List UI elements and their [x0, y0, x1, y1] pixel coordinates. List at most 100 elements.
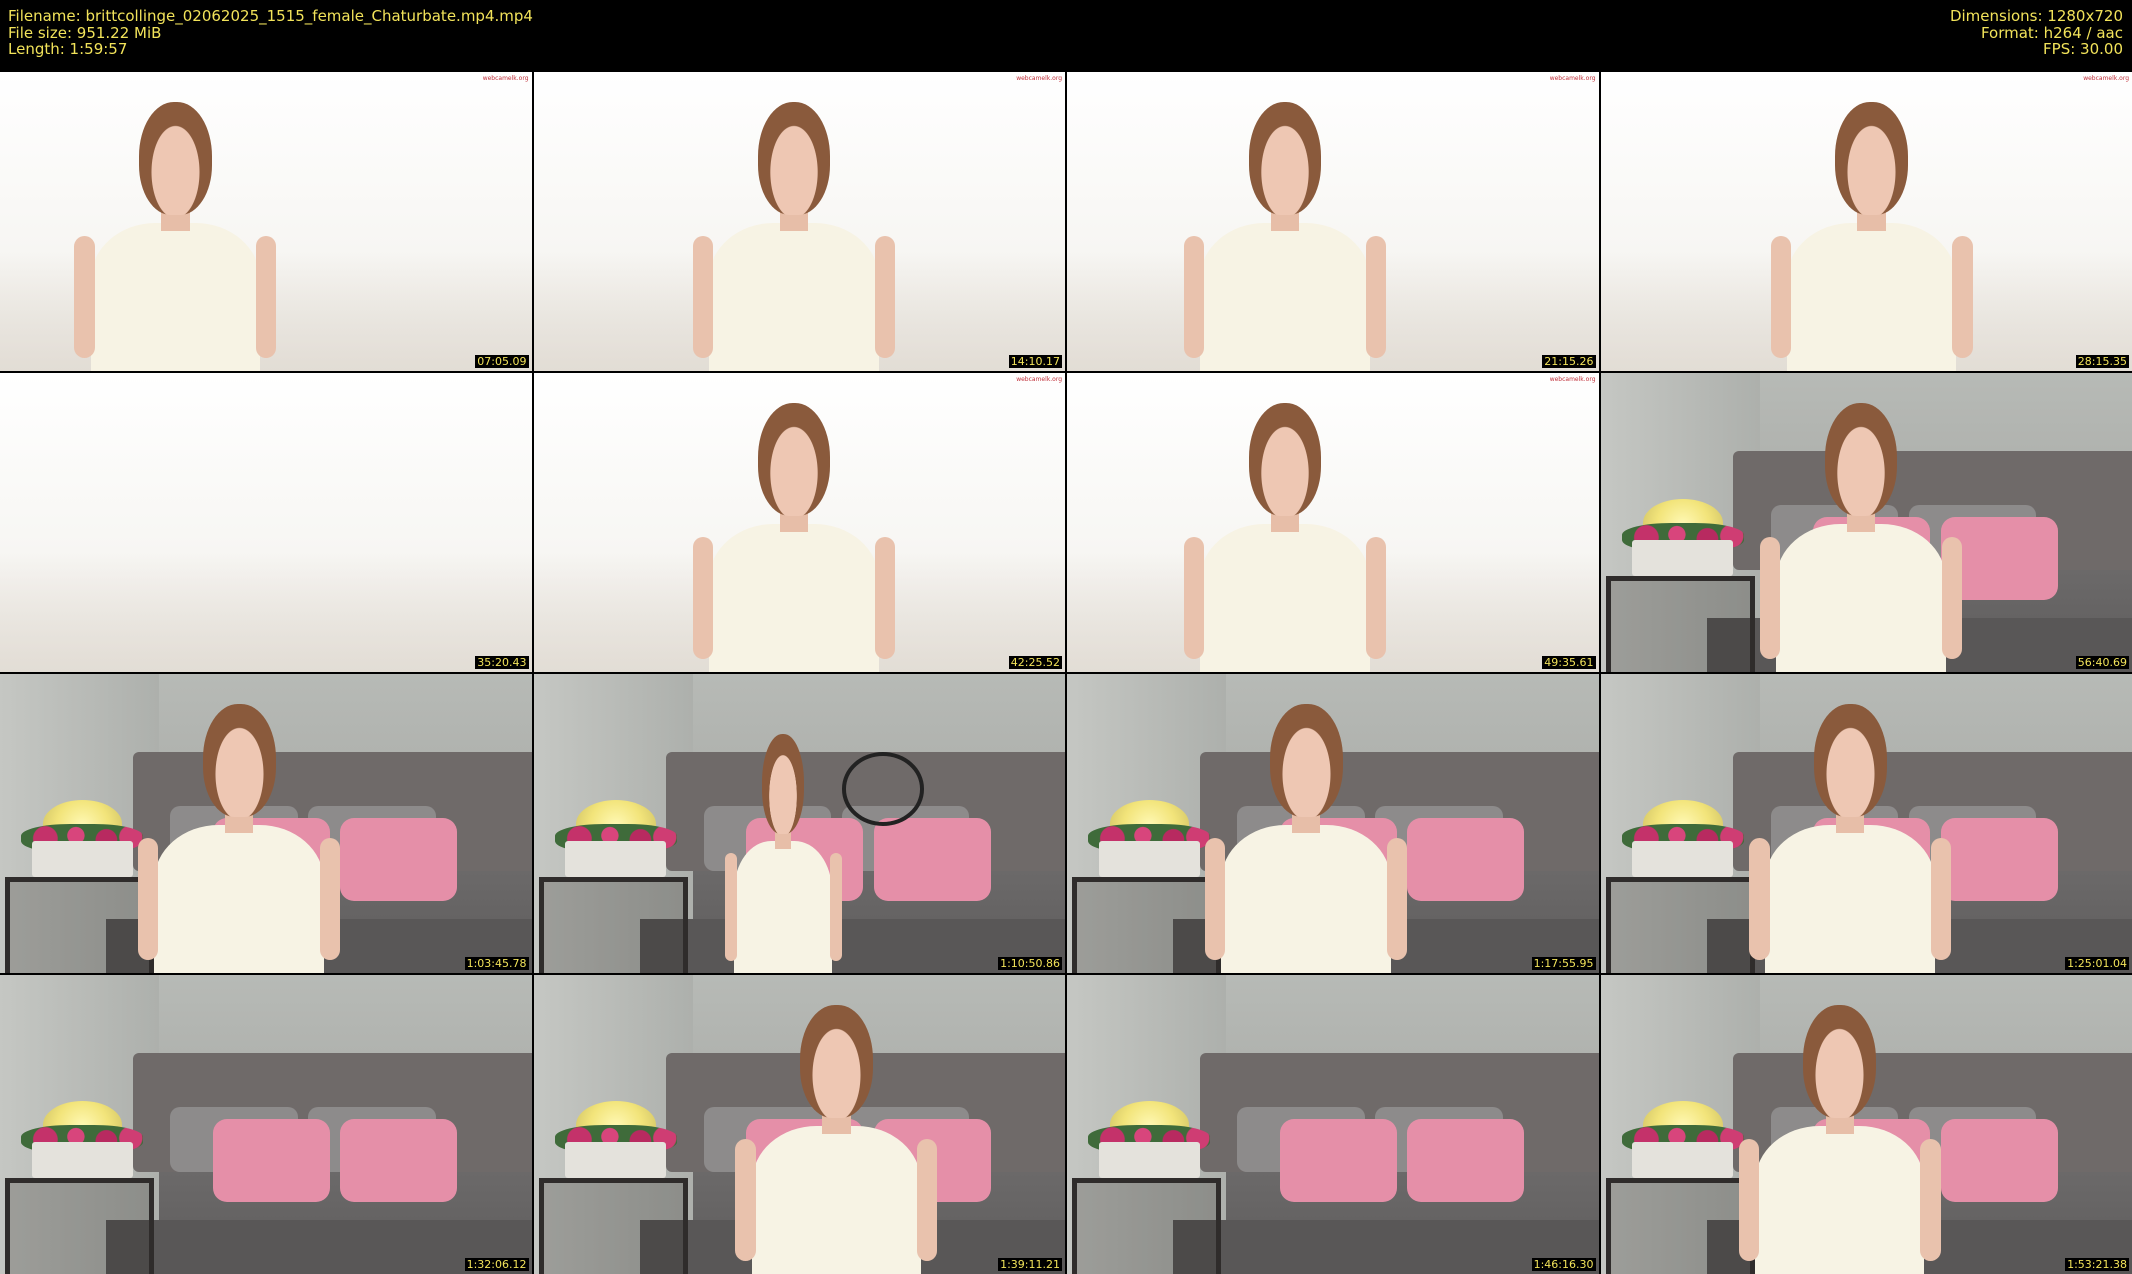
timestamp-label: 56:40.69 — [2075, 656, 2129, 669]
person-figure — [1183, 101, 1386, 371]
right-arm — [1941, 537, 1962, 659]
watermark: webcamelk.org — [2083, 75, 2129, 82]
side-table — [5, 877, 155, 973]
torso — [1754, 1125, 1925, 1274]
head — [1269, 703, 1343, 817]
thumbnail[interactable]: 1:46:16.30 — [1067, 975, 1599, 1274]
pink-pillow — [212, 1118, 330, 1203]
torso — [1765, 824, 1936, 973]
torso — [1776, 523, 1946, 672]
watermark: webcamelk.org — [482, 75, 529, 82]
side-table — [538, 1178, 688, 1274]
timestamp-label: 07:05.09 — [475, 355, 529, 368]
flowerpot — [1632, 540, 1734, 577]
flowerpot — [31, 841, 133, 878]
watermark: webcamelk.org — [1549, 376, 1596, 383]
thumbnail[interactable]: webcamelk.org 42:25.52 — [533, 373, 1065, 672]
window-light — [0, 552, 532, 672]
thumbnail[interactable]: webcamelk.org 21:15.26 — [1067, 72, 1599, 371]
left-arm — [1183, 236, 1205, 358]
timestamp-label: 1:39:11.21 — [998, 1258, 1062, 1271]
timestamp-label: 14:10.17 — [1008, 355, 1062, 368]
person-figure — [1770, 101, 1973, 371]
torso — [154, 824, 324, 973]
head — [1248, 402, 1322, 516]
head — [1824, 402, 1898, 516]
timestamp-label: 1:53:21.38 — [2065, 1258, 2129, 1271]
left-arm — [692, 537, 714, 659]
format-text: Format: h264 / aac — [1980, 23, 2123, 42]
pink-pillow — [340, 1118, 458, 1203]
side-table — [1072, 877, 1222, 973]
watermark: webcamelk.org — [1549, 75, 1596, 82]
pink-pillow — [873, 817, 991, 902]
right-arm — [917, 1139, 938, 1261]
filesize-text: File size: 951.22 MiB — [8, 23, 162, 42]
right-arm — [1386, 838, 1408, 960]
thumbnail[interactable]: 35:20.43 — [0, 373, 532, 672]
fps-text: FPS: 30.00 — [2043, 40, 2123, 58]
pink-pillow — [1407, 817, 1525, 902]
left-arm — [1183, 537, 1205, 659]
thumbnail[interactable]: 1:32:06.12 — [0, 975, 532, 1274]
left-arm — [1205, 838, 1226, 960]
right-arm — [1931, 838, 1952, 960]
right-arm — [256, 236, 277, 358]
pink-pillow — [1407, 1118, 1525, 1203]
thumbnail[interactable]: webcamelk.org 14:10.17 — [533, 72, 1065, 371]
person-figure — [1738, 1004, 1941, 1274]
right-arm — [874, 537, 895, 659]
side-table — [1605, 1178, 1755, 1274]
thumbnail[interactable]: 1:53:21.38 — [1600, 975, 2132, 1274]
thumbnail[interactable]: 56:40.69 — [1600, 373, 2132, 672]
left-arm — [724, 853, 737, 962]
timestamp-label: 21:15.26 — [1542, 355, 1596, 368]
thumbnail[interactable]: 1:03:45.78 — [0, 674, 532, 973]
pink-pillow — [340, 817, 458, 902]
thumbnail[interactable]: webcamelk.org 07:05.09 — [0, 72, 532, 371]
head — [757, 101, 831, 215]
watermark: webcamelk.org — [1016, 75, 1062, 82]
person-figure — [692, 402, 895, 672]
thumbnail[interactable]: 1:10:50.86 — [533, 674, 1065, 973]
head — [1803, 1004, 1877, 1118]
flowerpot — [565, 841, 667, 878]
left-arm — [74, 236, 95, 358]
head — [800, 1004, 873, 1118]
thumbnail[interactable]: 1:25:01.04 — [1600, 674, 2132, 973]
head — [757, 402, 831, 516]
torso — [734, 841, 833, 973]
person-figure — [1749, 703, 1952, 973]
left-arm — [1749, 838, 1770, 960]
thumbnail[interactable]: webcamelk.org 49:35.61 — [1067, 373, 1599, 672]
torso — [709, 523, 879, 672]
head — [1813, 703, 1887, 817]
person-figure — [1183, 402, 1386, 672]
right-arm — [1365, 236, 1386, 358]
flowerpot — [31, 1142, 133, 1179]
timestamp-label: 35:20.43 — [475, 656, 529, 669]
timestamp-label: 1:17:55.95 — [1531, 957, 1596, 970]
watermark: webcamelk.org — [1016, 376, 1062, 383]
torso — [751, 1125, 922, 1274]
right-arm — [1365, 537, 1386, 659]
info-header: Filename: brittcollinge_02062025_1515_fe… — [0, 0, 2132, 72]
torso — [1221, 824, 1391, 973]
torso — [90, 222, 261, 371]
thumbnail[interactable]: webcamelk.org 28:15.35 — [1600, 72, 2132, 371]
thumbnail[interactable]: 1:39:11.21 — [533, 975, 1065, 1274]
right-arm — [1952, 236, 1973, 358]
flowerpot — [565, 1142, 667, 1179]
timestamp-label: 28:15.35 — [2075, 355, 2129, 368]
thumbnail[interactable]: 1:17:55.95 — [1067, 674, 1599, 973]
torso — [1200, 222, 1370, 371]
torso — [709, 222, 879, 371]
timestamp-label: 1:46:16.30 — [1531, 1258, 1596, 1271]
timestamp-label: 42:25.52 — [1008, 656, 1062, 669]
person-figure — [1759, 402, 1962, 672]
person-figure — [692, 101, 895, 371]
heart-wall-decor — [841, 751, 925, 826]
flowerpot — [1632, 841, 1734, 878]
left-arm — [1770, 236, 1791, 358]
person-figure — [1205, 703, 1408, 973]
